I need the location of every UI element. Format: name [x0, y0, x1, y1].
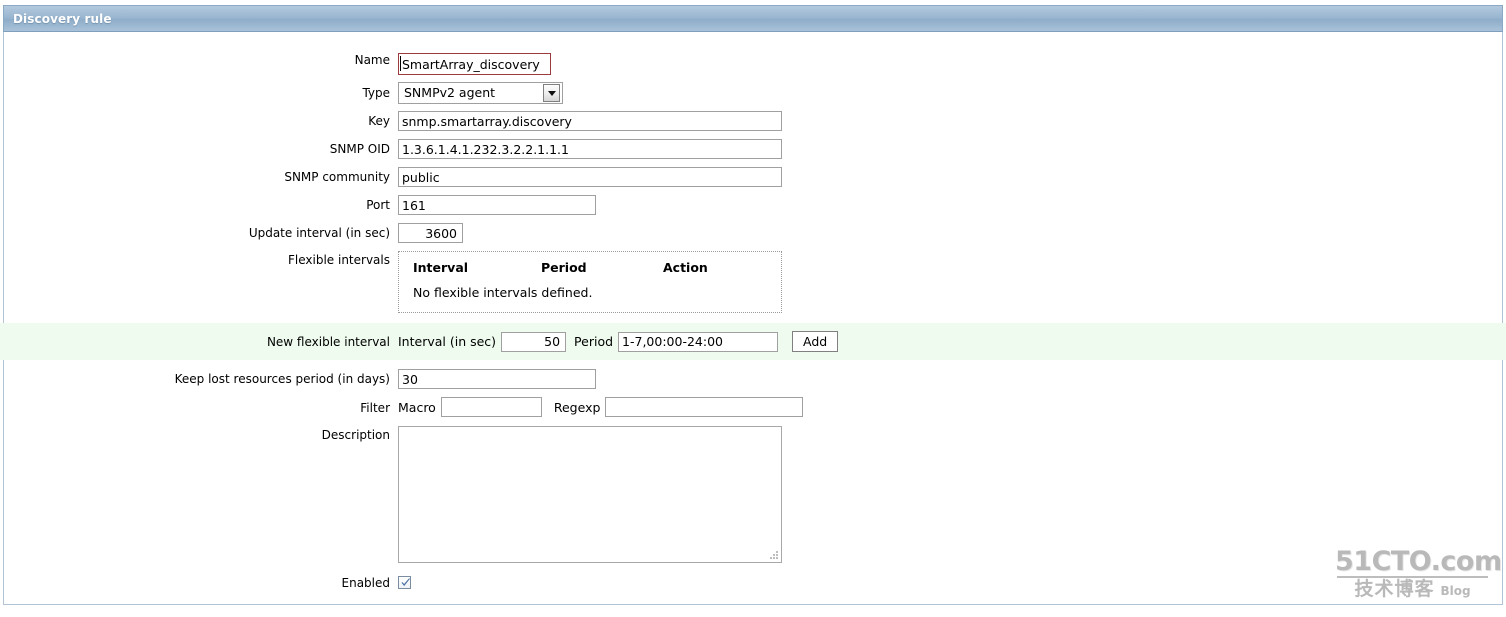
label-filter-macro: Macro: [398, 399, 436, 415]
new-interval-input[interactable]: [501, 331, 567, 352]
flexible-intervals-table: Interval Period Action No flexible inter…: [398, 251, 782, 313]
type-select[interactable]: SNMPv2 agent: [398, 82, 563, 104]
new-period-input[interactable]: [618, 331, 779, 352]
form-row-update-interval: Update interval (in sec): [0, 215, 1506, 243]
label-flexible-intervals: Flexible intervals: [288, 253, 390, 267]
update-interval-input[interactable]: [398, 223, 463, 243]
form-row-port: Port: [0, 187, 1506, 215]
column-header-action: Action: [663, 260, 708, 275]
label-filter: Filter: [360, 401, 390, 415]
name-input[interactable]: [398, 53, 782, 75]
label-new-interval: Interval (in sec): [398, 334, 497, 349]
filter-regexp-input[interactable]: [605, 397, 804, 417]
form-row-flexible-intervals: Flexible intervals Interval Period Actio…: [0, 243, 1506, 313]
enabled-checkbox[interactable]: [398, 576, 411, 589]
checkmark-icon: [401, 578, 411, 586]
form-row-name: Name: [0, 32, 1506, 75]
column-header-period: Period: [541, 260, 587, 275]
page-title: Discovery rule: [13, 11, 112, 26]
port-input[interactable]: [398, 195, 596, 215]
form-row-enabled: Enabled: [0, 563, 1506, 590]
form-row-new-flexible-interval: New flexible interval Interval (in sec) …: [0, 323, 1506, 360]
key-input[interactable]: [398, 111, 782, 131]
label-snmp-community: SNMP community: [284, 170, 390, 184]
type-select-value: SNMPv2 agent: [404, 85, 496, 100]
label-new-flexible-interval: New flexible interval: [266, 335, 390, 349]
label-filter-regexp: Regexp: [553, 399, 601, 415]
form-row-description: Description: [0, 417, 1506, 563]
form-row-snmp-oid: SNMP OID: [0, 131, 1506, 159]
column-header-interval: Interval: [413, 260, 469, 275]
snmp-community-input[interactable]: [398, 167, 782, 187]
label-type: Type: [362, 86, 390, 100]
filter-macro-input[interactable]: [440, 397, 542, 417]
label-keep-lost-resources: Keep lost resources period (in days): [174, 372, 390, 386]
label-new-period: Period: [574, 334, 614, 349]
description-wrapper: [398, 426, 782, 563]
flexible-intervals-empty-message: No flexible intervals defined.: [413, 285, 593, 300]
label-update-interval: Update interval (in sec): [248, 226, 390, 240]
form-row-snmp-community: SNMP community: [0, 159, 1506, 187]
label-port: Port: [366, 198, 390, 212]
chevron-down-icon[interactable]: [543, 84, 560, 102]
label-key: Key: [368, 114, 390, 128]
discovery-rule-page: Discovery rule Name Type SNMPv2 agent: [0, 0, 1506, 617]
keep-lost-resources-input[interactable]: [398, 369, 596, 389]
label-name: Name: [354, 53, 390, 67]
snmp-oid-input[interactable]: [398, 139, 782, 159]
description-textarea[interactable]: [398, 426, 782, 563]
form-row-keep-lost-resources: Keep lost resources period (in days): [0, 360, 1506, 389]
form-row-key: Key: [0, 104, 1506, 131]
form-rows: Name Type SNMPv2 agent: [0, 32, 1506, 590]
window-title-bar: Discovery rule: [3, 5, 1503, 32]
label-snmp-oid: SNMP OID: [329, 142, 390, 156]
label-description: Description: [321, 428, 390, 442]
form-row-filter: Filter Macro Regexp: [0, 389, 1506, 417]
add-flexible-interval-button[interactable]: Add: [792, 331, 839, 352]
name-input-wrapper: [398, 53, 782, 75]
flexible-intervals-header: Interval Period Action: [399, 258, 781, 285]
label-enabled: Enabled: [341, 576, 391, 590]
form-row-type: Type SNMPv2 agent: [0, 75, 1506, 104]
